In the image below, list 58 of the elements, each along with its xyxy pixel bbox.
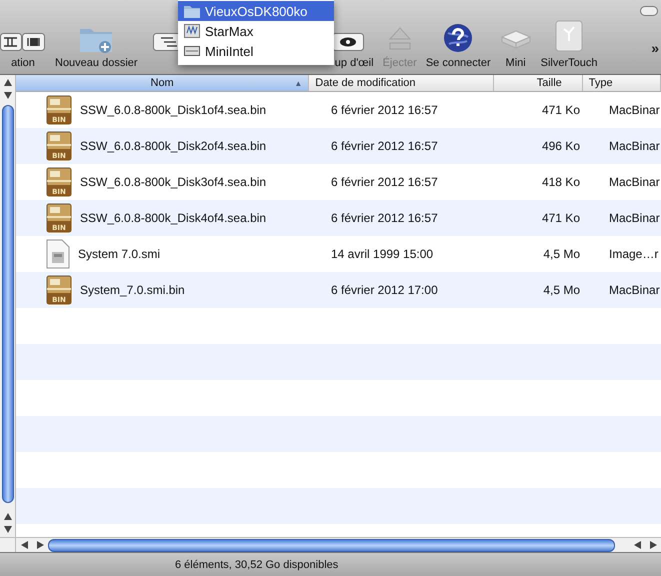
right-arrow-icon[interactable] (650, 541, 656, 549)
file-name: SSW_6.0.8-800k_Disk4of4.sea.bin (80, 211, 266, 225)
modified-date: 6 février 2012 16:57 (331, 103, 438, 117)
scroll-thumb[interactable] (48, 538, 615, 552)
file-name: System 7.0.smi (78, 247, 160, 261)
file-name: SSW_6.0.8-800k_Disk2of4.sea.bin (80, 139, 266, 153)
eye-icon[interactable] (332, 31, 364, 53)
left-arrow-icon[interactable] (20, 541, 28, 549)
file-type: Image…r (609, 247, 658, 261)
scroll-thumb[interactable] (2, 105, 14, 503)
up-arrow-icon[interactable] (4, 79, 12, 86)
file-type: MacBinar (609, 139, 660, 153)
toolbar-toggle-button[interactable] (640, 6, 658, 16)
horizontal-scrollbar[interactable] (0, 537, 661, 552)
toolbar-label[interactable]: Se connecter (426, 57, 491, 70)
menu-item[interactable]: VieuxOsDK800ko (178, 1, 334, 21)
toolbar-label[interactable]: Mini (506, 57, 526, 70)
status-text: 6 éléments, 30,52 Go disponibles (175, 558, 338, 570)
more-button[interactable]: » (651, 40, 659, 56)
left-arrow-icon[interactable] (634, 541, 640, 549)
column-header[interactable]: Type (582, 75, 661, 91)
column-header[interactable]: Date de modification (309, 75, 494, 91)
down-arrow-icon[interactable] (4, 92, 12, 99)
file-name: SSW_6.0.8-800k_Disk3of4.sea.bin (80, 175, 266, 189)
file-size: 4,5 Mo (543, 283, 580, 297)
view-switch-icon[interactable] (0, 31, 46, 53)
file-name: System_7.0.smi.bin (80, 283, 185, 297)
menu-item[interactable]: StarMax (178, 21, 334, 41)
column-header[interactable]: Taille (494, 75, 583, 91)
modified-date: 6 février 2012 16:57 (331, 139, 438, 153)
folder-icon (184, 4, 200, 18)
file-name: SSW_6.0.8-800k_Disk1of4.sea.bin (80, 103, 266, 117)
document-icon (46, 239, 70, 269)
right-arrow-icon[interactable] (36, 541, 44, 549)
modified-date: 6 février 2012 16:57 (331, 175, 438, 189)
toolbar-label[interactable]: SilverTouch (540, 57, 598, 70)
toolbar-label[interactable]: Nouveau dossier (55, 57, 138, 70)
file-type: MacBinar (609, 211, 660, 225)
server-icon (184, 24, 200, 38)
menu-item[interactable]: MiniIntel (178, 41, 334, 61)
modified-date: 6 février 2012 17:00 (331, 283, 438, 297)
column-header[interactable]: Nom ▲ (16, 75, 310, 91)
file-size: 471 Ko (542, 103, 580, 117)
file-type: MacBinar (609, 283, 660, 297)
modified-date: 6 février 2012 16:57 (331, 211, 438, 225)
toolbar-label[interactable]: up d'œil (334, 57, 374, 70)
file-type: MacBinar (609, 103, 660, 117)
modified-date: 14 avril 1999 15:00 (331, 247, 434, 261)
down-arrow-icon[interactable] (4, 526, 12, 533)
file-size: 4,5 Mo (543, 247, 580, 261)
file-size: 471 Ko (542, 211, 580, 225)
file-size: 418 Ko (542, 175, 580, 189)
file-type: MacBinar (609, 175, 660, 189)
globe-icon[interactable] (443, 23, 474, 53)
toolbar-label[interactable]: ation (11, 57, 35, 70)
vertical-scrollbar[interactable] (0, 75, 16, 537)
file-size: 496 Ko (542, 139, 580, 153)
up-arrow-icon[interactable] (4, 513, 12, 520)
